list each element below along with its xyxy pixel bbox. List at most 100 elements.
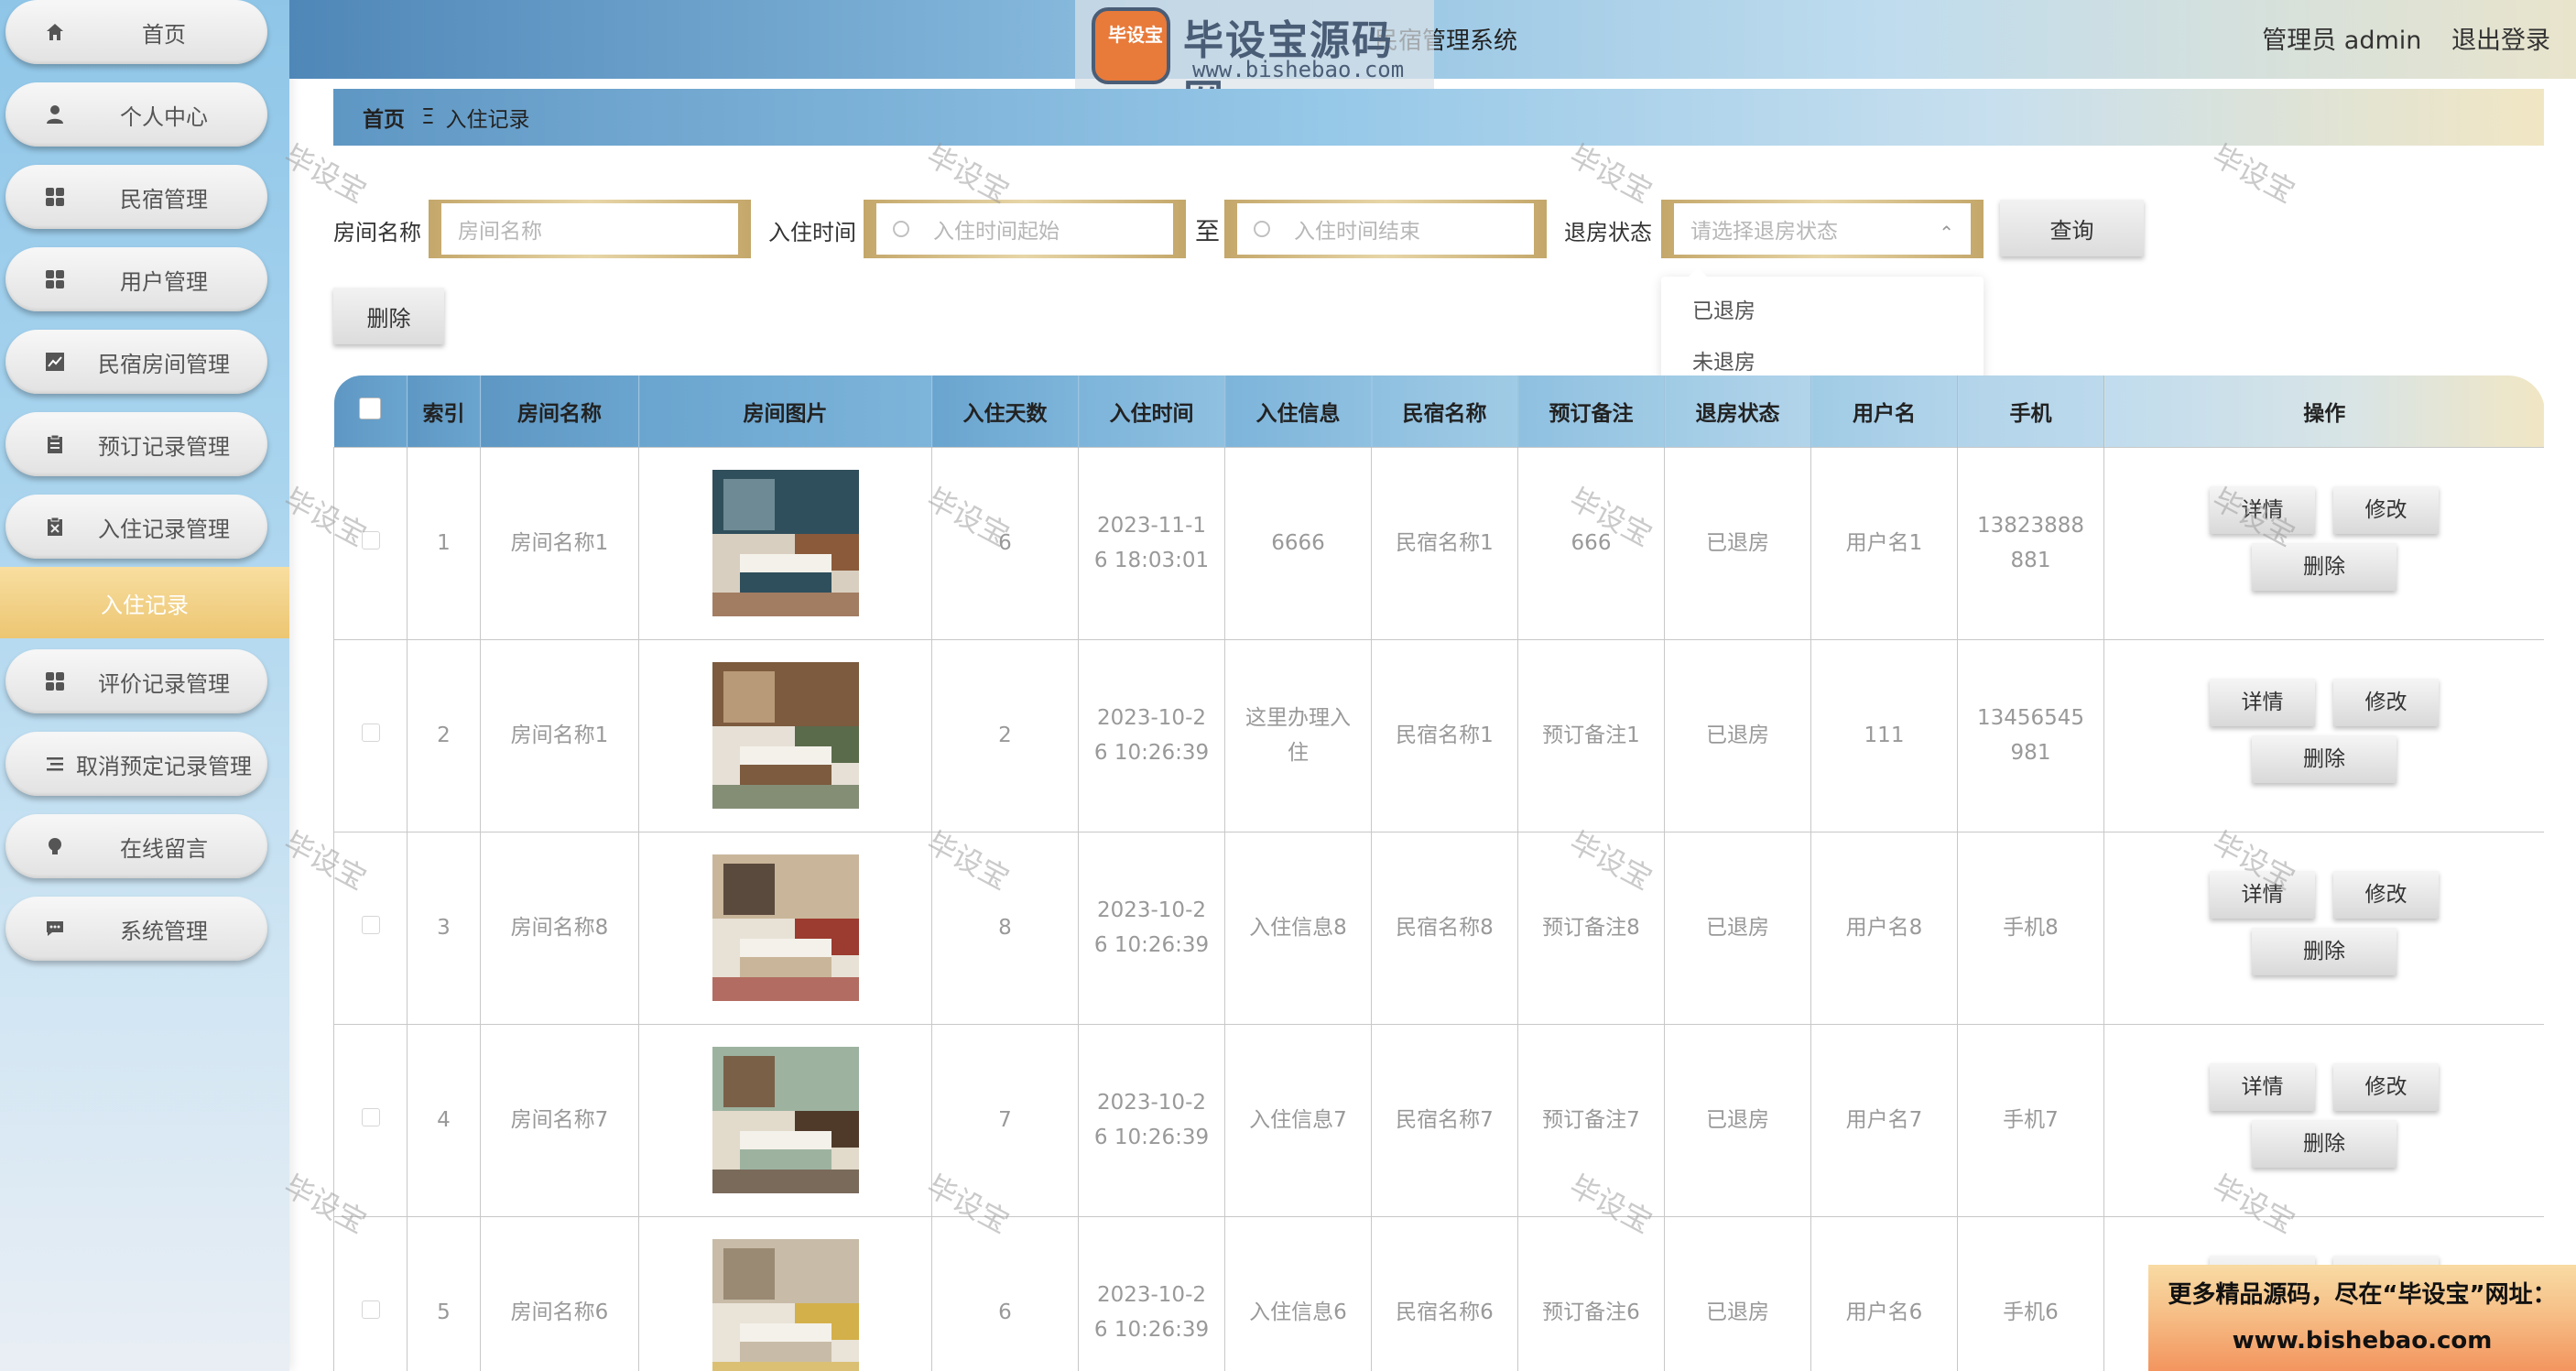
logo-mark-icon: 毕设宝 (1092, 7, 1170, 84)
cell-checkout-status: 已退房 (1664, 1023, 1811, 1217)
sidebar-item-reviews[interactable]: 评价记录管理 (5, 649, 267, 713)
room-name-input-wrapper: 房间名称 (429, 200, 751, 258)
sidebar-item-rooms[interactable]: 民宿房间管理 (5, 330, 267, 394)
room-photo[interactable] (712, 854, 859, 1001)
room-name-label: 房间名称 (333, 220, 421, 245)
row-select-cell[interactable] (333, 831, 408, 1025)
sidebar-item-label: 预订记录管理 (98, 433, 230, 460)
sidebar-item-users[interactable]: 用户管理 (5, 247, 267, 311)
user-area: 管理员 admin 退出登录 (2240, 20, 2550, 56)
cell-days: 6 (931, 1215, 1079, 1371)
checkin-end-input[interactable]: 入住时间结束 (1237, 203, 1534, 255)
detail-button[interactable]: 详情 (2210, 679, 2315, 726)
row-select-cell[interactable] (333, 638, 408, 832)
clock-icon (1254, 221, 1270, 237)
edit-button[interactable]: 修改 (2333, 871, 2439, 919)
delete-button[interactable]: 删除 (2252, 543, 2397, 591)
checkin-end-placeholder: 入住时间结束 (1294, 220, 1420, 244)
checkbox[interactable] (359, 397, 382, 419)
delete-button[interactable]: 删除 (2252, 1120, 2397, 1168)
cell-index: 5 (407, 1215, 481, 1371)
cell-username: 用户名7 (1810, 1023, 1958, 1217)
row-select-cell[interactable] (333, 446, 408, 640)
edit-button[interactable]: 修改 (2333, 486, 2439, 534)
cell-booking-remark: 预订备注7 (1517, 1023, 1665, 1217)
sidebar-item-cancellations[interactable]: 取消预定记录管理 (5, 732, 267, 796)
edit-button[interactable]: 修改 (2333, 679, 2439, 726)
row-select-cell[interactable] (333, 1023, 408, 1217)
cell-index: 1 (407, 446, 481, 640)
cell-actions: 详情 修改 删除 (2103, 1023, 2544, 1217)
detail-button[interactable]: 详情 (2210, 871, 2315, 919)
records-table-wrapper: 索引 房间名称 房间图片 入住天数 入住时间 入住信息 民宿名称 预订备注 退房… (333, 375, 2544, 1371)
promo-line-1: 更多精品源码，尽在“毕设宝”网址： (2168, 1281, 2557, 1309)
query-button[interactable]: 查询 (2000, 200, 2144, 256)
sidebar: 首页 个人中心 民宿管理 用户管理 民宿房间管理 预订记录管理 入住记录管理 入… (0, 0, 289, 1371)
breadcrumb-home[interactable]: 首页 (363, 102, 405, 133)
room-photo[interactable] (712, 1239, 859, 1371)
cell-room-image (638, 446, 932, 640)
header-room-name: 房间名称 (480, 375, 639, 447)
sidebar-item-label: 入住记录管理 (98, 516, 230, 542)
detail-button[interactable]: 详情 (2210, 1063, 2315, 1111)
cell-booking-remark: 预订备注6 (1517, 1215, 1665, 1371)
cell-checkin-time: 2023-10-26 10:26:39 (1078, 831, 1225, 1025)
checkin-start-input[interactable]: 入住时间起始 (876, 203, 1173, 255)
sidebar-item-bookings[interactable]: 预订记录管理 (5, 412, 267, 476)
cell-phone: 手机8 (1957, 831, 2104, 1025)
table-body: 1 房间名称1 6 2023-11-16 18:03:01 6666 民宿名称1… (333, 446, 2544, 1371)
cell-days: 7 (931, 1023, 1079, 1217)
checkbox[interactable] (361, 1108, 380, 1126)
checkbox[interactable] (361, 724, 380, 742)
cell-homestay-name: 民宿名称8 (1371, 831, 1518, 1025)
checkbox[interactable] (361, 1300, 380, 1319)
row-actions: 详情 修改 删除 (2210, 679, 2439, 783)
cell-checkin-info: 这里办理入住 (1224, 638, 1372, 832)
cell-checkout-status: 已退房 (1664, 1215, 1811, 1371)
cell-room-name: 房间名称1 (480, 638, 639, 832)
checkout-status-select[interactable]: 请选择退房状态 ⌃ (1674, 203, 1971, 255)
row-select-cell[interactable] (333, 1215, 408, 1371)
cell-phone: 手机7 (1957, 1023, 2104, 1217)
sidebar-item-homestay[interactable]: 民宿管理 (5, 165, 267, 229)
sidebar-item-home[interactable]: 首页 (5, 0, 267, 64)
cell-room-name: 房间名称6 (480, 1215, 639, 1371)
sidebar-item-label: 用户管理 (120, 268, 208, 295)
cell-checkout-status: 已退房 (1664, 446, 1811, 640)
breadcrumb: 首页 Ξ 入住记录 (333, 89, 2544, 146)
sidebar-item-checkins[interactable]: 入住记录管理 (5, 495, 267, 559)
cell-room-name: 房间名称7 (480, 1023, 639, 1217)
delete-button[interactable]: 删除 (2252, 735, 2397, 783)
header-checkin-time: 入住时间 (1078, 375, 1225, 447)
sidebar-item-profile[interactable]: 个人中心 (5, 82, 267, 147)
room-photo[interactable] (712, 662, 859, 809)
room-name-input[interactable]: 房间名称 (441, 203, 738, 255)
records-table: 索引 房间名称 房间图片 入住天数 入住时间 入住信息 民宿名称 预订备注 退房… (333, 375, 2544, 1371)
dropdown-option-checked-out[interactable]: 已退房 (1661, 295, 1984, 346)
sidebar-item-messages[interactable]: 在线留言 (5, 814, 267, 878)
batch-delete-button[interactable]: 删除 (333, 288, 444, 344)
room-photo[interactable] (712, 1047, 859, 1193)
cell-index: 3 (407, 831, 481, 1025)
sidebar-item-system[interactable]: 系统管理 (5, 897, 267, 961)
edit-button[interactable]: 修改 (2333, 1063, 2439, 1111)
cell-homestay-name: 民宿名称1 (1371, 638, 1518, 832)
checkout-status-placeholder: 请选择退房状态 (1690, 220, 1838, 244)
checkbox[interactable] (361, 531, 380, 549)
checkbox[interactable] (361, 916, 380, 934)
sidebar-subitem-checkin-records[interactable]: 入住记录 (0, 567, 289, 638)
logout-link[interactable]: 退出登录 (2451, 27, 2550, 55)
detail-button[interactable]: 详情 (2210, 486, 2315, 534)
delete-button[interactable]: 删除 (2252, 928, 2397, 975)
header-select-all[interactable] (333, 375, 408, 447)
clock-icon (893, 221, 909, 237)
cell-index: 4 (407, 1023, 481, 1217)
brand-logo: 毕设宝 毕设宝源码网 www.bishebao.com (1075, 0, 1434, 123)
sidebar-item-label: 民宿管理 (120, 186, 208, 212)
sidebar-item-label: 系统管理 (120, 918, 208, 944)
room-photo[interactable] (712, 470, 859, 616)
promo-banner[interactable]: 更多精品源码，尽在“毕设宝”网址： www.bishebao.com (2148, 1265, 2576, 1371)
cell-username: 111 (1810, 638, 1958, 832)
cell-phone: 13823888881 (1957, 446, 2104, 640)
breadcrumb-current: 入住记录 (445, 108, 530, 132)
